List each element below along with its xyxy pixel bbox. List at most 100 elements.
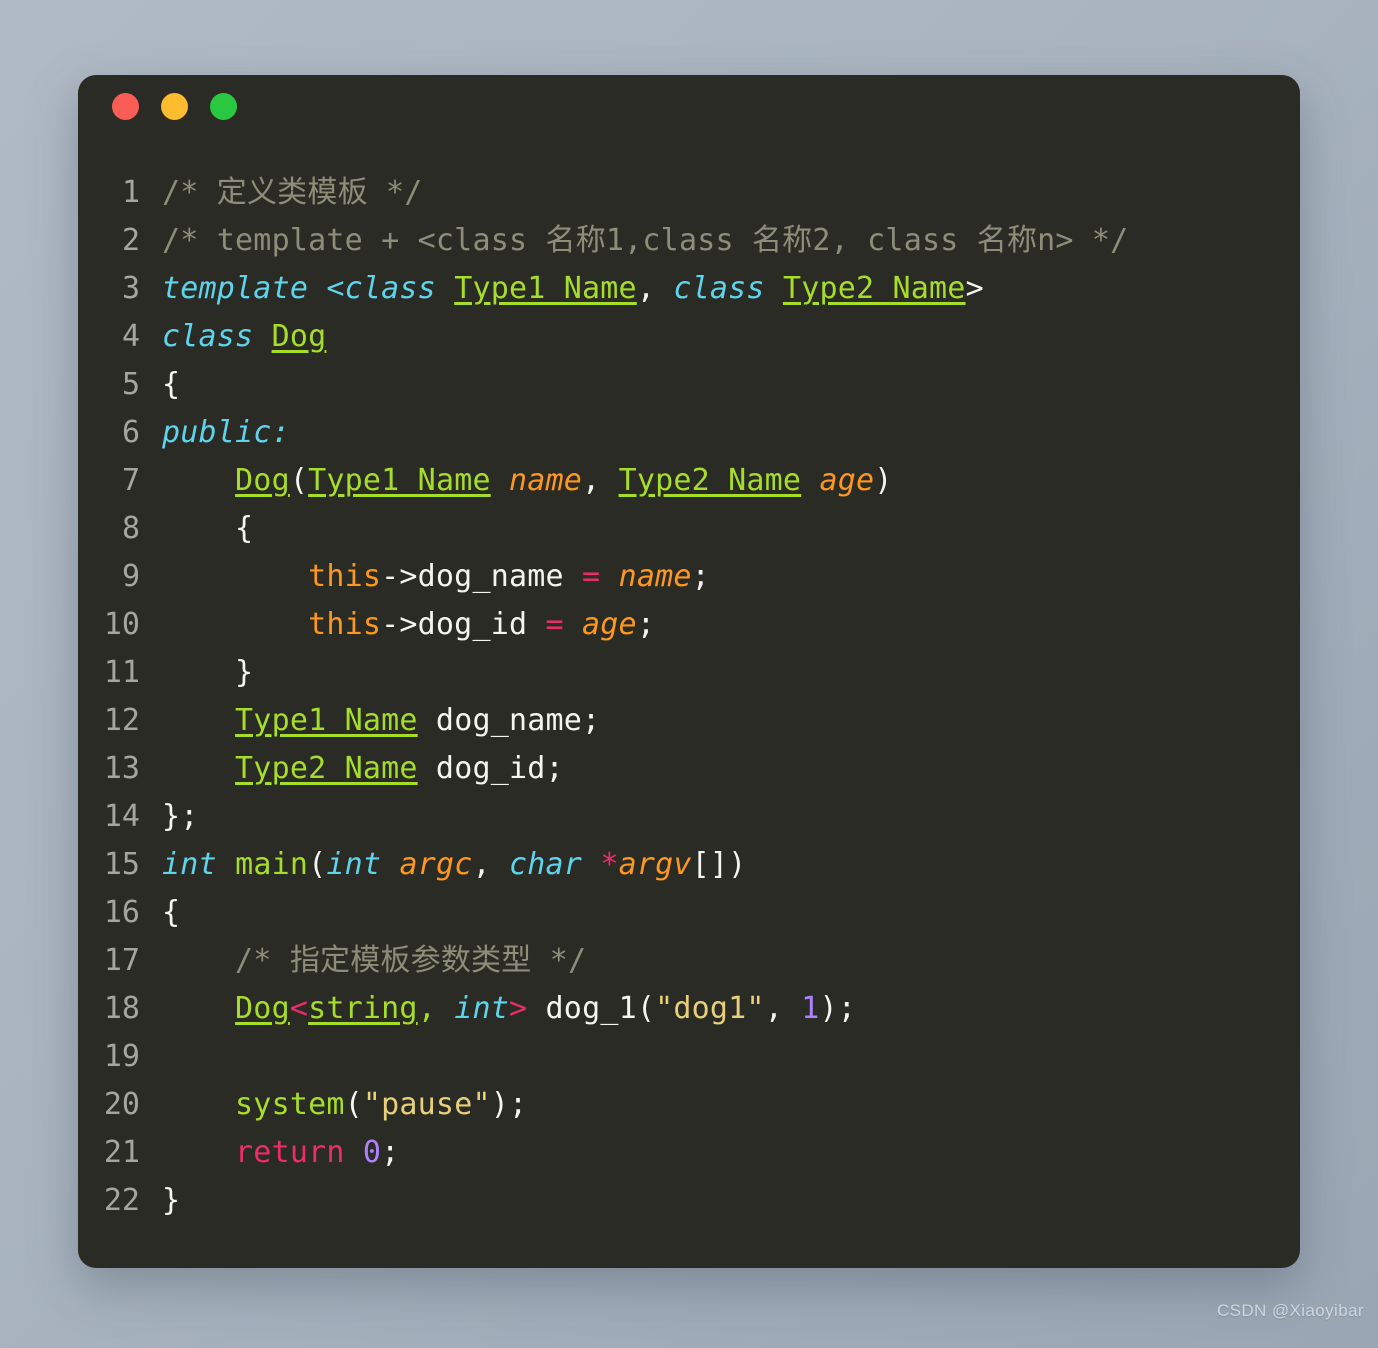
code-token-plain: ( <box>289 463 309 498</box>
code-token-str: "pause" <box>362 1087 491 1122</box>
code-token-op: = <box>545 607 564 642</box>
code-token-plain: ; <box>381 1135 400 1170</box>
code-line[interactable]: 10 this->dog_id = age; <box>78 601 1300 649</box>
code-token-plain: { <box>162 895 181 930</box>
code-token-kw: class <box>673 271 765 306</box>
code-text: class Dog <box>162 313 326 361</box>
code-text: this->dog_name = name; <box>162 553 710 601</box>
code-token-type: Type2_Name <box>782 271 966 306</box>
code-token-comment: /* 指定模板参数类型 */ <box>235 943 587 978</box>
code-token-type: Dog <box>235 463 290 498</box>
code-line[interactable]: 8 { <box>78 505 1300 553</box>
code-token-kw: int <box>454 991 510 1026</box>
code-text: system("pause"); <box>162 1081 527 1129</box>
code-line[interactable]: 16 { <box>78 889 1300 937</box>
code-text: public: <box>162 409 290 457</box>
code-line[interactable]: 5{ <box>78 361 1300 409</box>
code-line[interactable]: 13 Type2_Name dog_id; <box>78 745 1300 793</box>
line-number: 9 <box>121 559 140 594</box>
code-token-plain: ( <box>308 847 327 882</box>
code-token-plain: , <box>636 271 674 306</box>
code-line[interactable]: 1 /* 定义类模板 */ <box>78 169 1300 217</box>
code-line[interactable]: 2 /* template + <class 名称1,class 名称2, cla… <box>78 217 1300 265</box>
code-line[interactable]: 9 this->dog_name = name; <box>78 553 1300 601</box>
code-editor-area[interactable]: 1 /* 定义类模板 */ 2 /* template + <class 名称1,cl… <box>78 137 1300 1268</box>
code-token-kw: <class <box>326 271 436 306</box>
code-line[interactable]: 11 } <box>78 649 1300 697</box>
line-number: 22 <box>103 1183 140 1218</box>
code-line[interactable]: 17 /* 指定模板参数类型 */ <box>78 937 1300 985</box>
code-text: Dog(Type1_Name name, Type2_Name age) <box>162 457 893 505</box>
line-number: 18 <box>103 991 140 1026</box>
line-number: 4 <box>121 319 140 354</box>
code-token-green: , <box>417 991 436 1026</box>
line-number: 15 <box>103 847 140 882</box>
window-titlebar <box>78 75 1300 137</box>
code-token-plain: }; <box>162 799 199 834</box>
code-token-type: Type1_Name <box>454 271 637 306</box>
line-number: 7 <box>121 463 140 498</box>
code-line[interactable]: 15 int main(int argc, char *argv[]) <box>78 841 1300 889</box>
code-token-var: name <box>509 463 583 498</box>
code-line[interactable]: 3 template <class Type1_Name, class Type2… <box>78 265 1300 313</box>
line-number: 10 <box>103 607 140 642</box>
code-line[interactable]: 12 Type1_Name dog_name; <box>78 697 1300 745</box>
watermark-label: CSDN @Xiaoyibar <box>1216 1301 1364 1320</box>
line-number: 16 <box>103 895 140 930</box>
code-line[interactable]: 7 Dog(Type1_Name name, Type2_Name age) <box>78 457 1300 505</box>
minimize-window-button[interactable] <box>161 92 188 120</box>
code-line[interactable]: 20 system("pause"); <box>78 1081 1300 1129</box>
code-token-var: argv <box>618 847 692 882</box>
code-token-var: name <box>618 559 692 594</box>
code-text: } <box>162 649 253 697</box>
code-text: /* template + <class 名称1,class 名称2, clas… <box>162 217 1128 265</box>
code-token-plain: dog_1( <box>527 991 656 1026</box>
code-line[interactable]: 19 <box>78 1033 1300 1081</box>
code-token-comment: /* template + <class 名称1,class 名称2, clas… <box>162 223 1129 258</box>
code-line[interactable]: 18 Dog<string, int> dog_1("dog1", 1); <box>78 985 1300 1033</box>
code-text: { <box>162 505 253 553</box>
code-token-plain: ); <box>490 1087 528 1122</box>
line-number: 3 <box>121 271 140 306</box>
code-line[interactable]: 22} <box>78 1177 1300 1225</box>
code-token-this: this <box>308 559 382 594</box>
code-token-plain: , <box>764 991 802 1026</box>
code-token-plain: ); <box>819 991 857 1026</box>
code-token-kw: template <box>162 271 309 306</box>
code-token-type: string <box>308 991 418 1026</box>
code-token-str: "dog1" <box>655 991 765 1026</box>
code-token-kw: char <box>509 847 583 882</box>
code-token-comment: /* 定义类模板 */ <box>162 175 423 210</box>
close-window-button[interactable] <box>112 92 139 120</box>
code-line[interactable]: 4 class Dog <box>78 313 1300 361</box>
line-number: 13 <box>103 751 140 786</box>
line-number: 20 <box>103 1087 140 1122</box>
line-number: 12 <box>103 703 140 738</box>
code-token-type: Type2_Name <box>235 751 418 786</box>
code-token-kw: public: <box>162 415 290 450</box>
code-token-plain: []) <box>691 847 747 882</box>
code-text: } <box>162 1177 180 1225</box>
maximize-window-button[interactable] <box>210 92 237 120</box>
code-text: int main(int argc, char *argv[]) <box>162 841 746 889</box>
code-token-var: age <box>819 463 875 498</box>
code-token-fn: main <box>235 847 309 882</box>
code-line[interactable]: 14}; <box>78 793 1300 841</box>
code-token-plain: } <box>162 1183 181 1218</box>
code-token-plain: } <box>162 655 254 690</box>
code-token-plain: ; <box>691 559 710 594</box>
code-line[interactable]: 21 return 0; <box>78 1129 1300 1177</box>
code-line[interactable]: 6 public: <box>78 409 1300 457</box>
code-token-plain: ; <box>636 607 656 642</box>
code-token-type: Type2_Name <box>618 463 802 498</box>
